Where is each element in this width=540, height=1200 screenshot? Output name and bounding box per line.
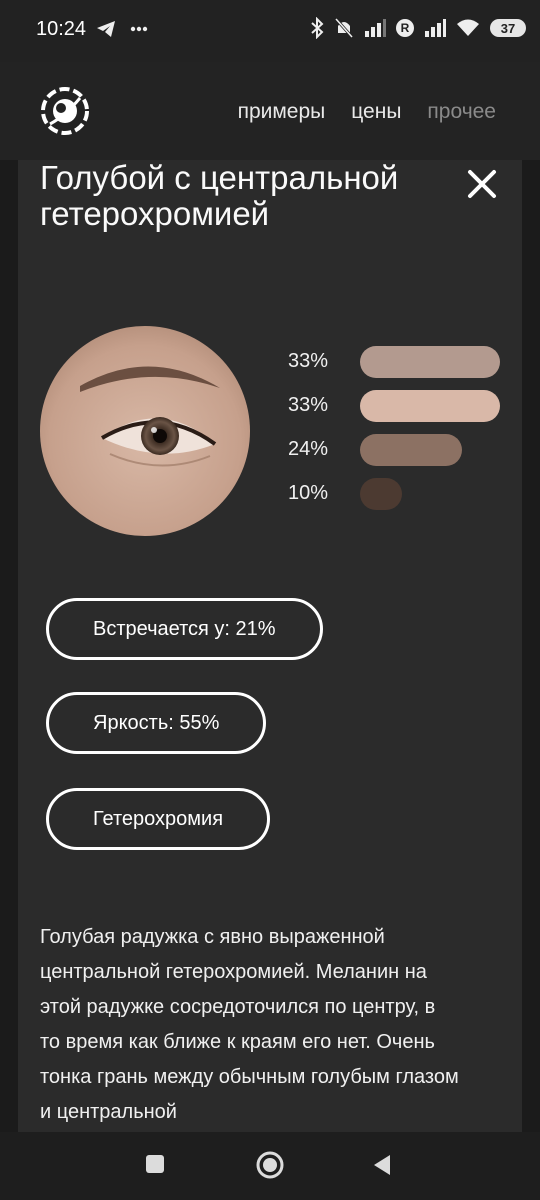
- description-text: Голубая радужка с явно выраженной центра…: [40, 926, 459, 1123]
- signal-icon: [365, 19, 386, 37]
- nav-other[interactable]: прочее: [427, 100, 496, 124]
- palette-bar: [360, 434, 462, 466]
- brand-logo-icon[interactable]: [40, 86, 90, 136]
- modal-title: Голубой с центральной гетерохромией: [40, 160, 399, 232]
- palette-row: 33%: [286, 344, 506, 388]
- palette-percent: 33%: [288, 394, 329, 416]
- palette-row: 33%: [286, 388, 506, 432]
- palette-percent: 24%: [288, 438, 329, 460]
- carrier-badge: R: [396, 19, 414, 37]
- nav-examples[interactable]: примеры: [238, 100, 326, 124]
- palette-row: 24%: [286, 432, 506, 476]
- wifi-icon: [457, 19, 479, 36]
- frequency-tag[interactable]: Встречается у: 21%: [46, 598, 323, 660]
- nav-prices[interactable]: цены: [351, 100, 401, 124]
- palette-bar: [360, 478, 402, 510]
- main-nav: примеры цены прочее: [238, 100, 496, 124]
- heterochromia-tag[interactable]: Гетерохромия: [46, 788, 271, 850]
- status-bar: 10:24 R 37: [0, 0, 540, 62]
- dimmed-page-left: [0, 160, 18, 1132]
- palette-percent: 10%: [288, 482, 329, 504]
- eye-photo: [40, 326, 250, 536]
- eye-color-modal: Голубой с центральной гетерохромией 33% …: [18, 160, 522, 1132]
- site-header: примеры цены прочее: [0, 62, 540, 160]
- palette-row: 10%: [286, 476, 506, 520]
- palette-percent: 33%: [288, 350, 329, 372]
- dimmed-page-right: [522, 160, 540, 1132]
- close-button[interactable]: [462, 164, 502, 204]
- signal-icon-2: [425, 19, 446, 37]
- home-button-icon[interactable]: [256, 1151, 284, 1179]
- color-palette: 33% 33% 24% 10%: [286, 344, 506, 520]
- battery-indicator: 37: [490, 19, 526, 37]
- brightness-tag[interactable]: Яркость: 55%: [46, 692, 267, 754]
- mute-bell-icon: [334, 18, 354, 38]
- recents-button-icon[interactable]: [145, 1154, 165, 1174]
- status-time: 10:24: [36, 18, 87, 40]
- more-dots-icon: [130, 26, 148, 32]
- palette-bar: [360, 390, 500, 422]
- telegram-icon: [97, 21, 115, 37]
- close-icon: [468, 170, 496, 198]
- back-button-icon[interactable]: [372, 1154, 392, 1176]
- palette-bar: [360, 346, 500, 378]
- system-nav-bar: [0, 1132, 540, 1200]
- bluetooth-icon: [311, 17, 324, 39]
